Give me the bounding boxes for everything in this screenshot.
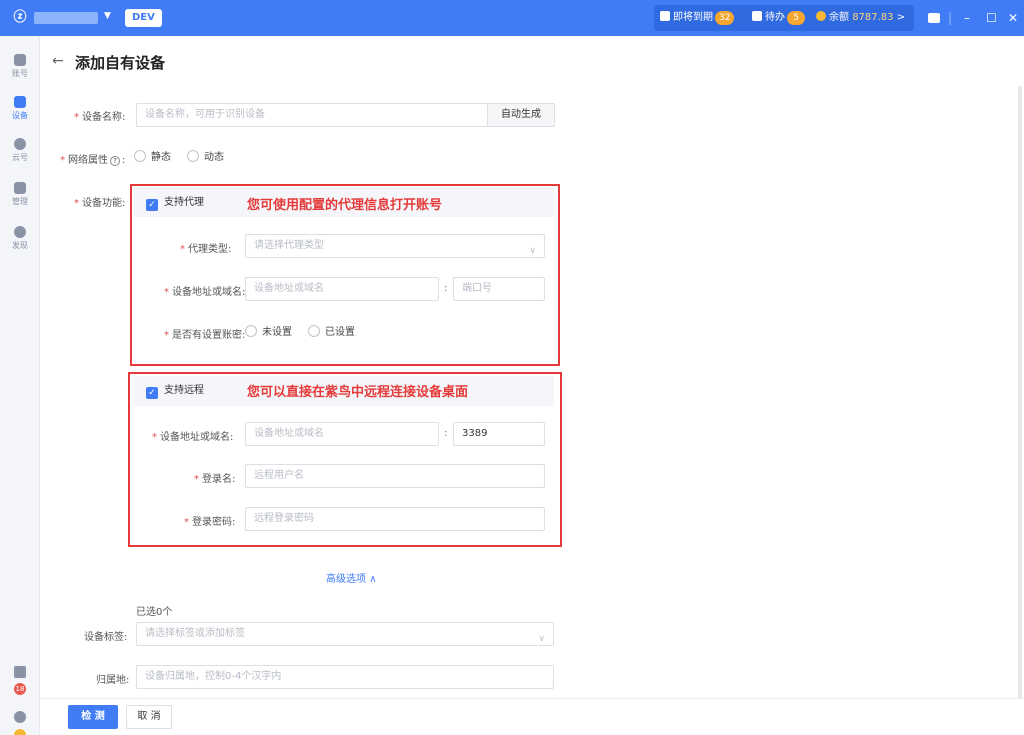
sidebar-item-cloud[interactable]: 云号 — [0, 134, 40, 170]
cloud-icon — [14, 138, 26, 150]
proxy-type-label: * 代理类型: — [180, 244, 232, 255]
app-logo-icon: ⓩ — [13, 10, 27, 25]
store-icon — [14, 54, 26, 66]
minimize-button[interactable]: – — [964, 9, 970, 27]
proxy-address-label: * 设备地址或域名: — [164, 287, 246, 298]
caret-down-icon[interactable]: ▼ — [104, 11, 111, 21]
tags-select[interactable]: 请选择标签或添加标签 ∨ — [136, 622, 554, 646]
tags-label: 设备标签: — [84, 632, 128, 643]
remote-password-input[interactable]: 远程登录密码 — [245, 507, 545, 531]
calendar-icon — [660, 11, 670, 21]
divider: | — [948, 11, 953, 25]
colon-separator: : — [444, 428, 448, 439]
coin-icon — [816, 11, 826, 21]
server-icon — [14, 96, 26, 108]
help-icon: ? — [110, 156, 120, 166]
sidebar-item-manage[interactable]: 管理 — [0, 178, 40, 214]
sidebar-item-accounts[interactable]: 账号 — [0, 50, 40, 86]
radio-dynamic[interactable]: 动态 — [187, 150, 224, 165]
form-footer: 检 测 取 消 — [40, 698, 1024, 735]
network-label: * 网络属性?: — [60, 155, 126, 166]
maximize-button[interactable]: ☐ — [986, 9, 997, 27]
auto-generate-button[interactable]: 自动生成 — [487, 103, 555, 127]
chevron-right-icon: > — [896, 12, 906, 23]
proxy-port-input[interactable]: 端口号 — [453, 277, 545, 301]
signpost-icon[interactable] — [14, 666, 26, 678]
chevron-down-icon: ∨ — [538, 634, 545, 644]
expiring-count-badge: 32 — [715, 11, 735, 25]
radio-static[interactable]: 静态 — [134, 150, 171, 165]
manage-icon — [14, 182, 26, 194]
main-content: ← 添加自有设备 * 设备名称: 设备名称，可用于识别设备 自动生成 * 网络属性?… — [40, 36, 1024, 735]
compass-icon — [14, 226, 26, 238]
remote-address-label: * 设备地址或域名: — [152, 432, 234, 443]
account-selector[interactable] — [34, 12, 98, 24]
radio-account-set[interactable]: 已设置 — [308, 325, 355, 340]
sidebar-item-devices[interactable]: 设备 — [0, 92, 40, 128]
chevron-down-icon: ∨ — [529, 246, 536, 256]
function-label: * 设备功能: — [74, 198, 126, 209]
close-button[interactable]: ✕ — [1008, 9, 1018, 27]
device-name-label: * 设备名称: — [74, 112, 126, 123]
balance-item[interactable]: 余额 8787.83 > — [816, 5, 905, 31]
scrollbar[interactable] — [1018, 86, 1022, 706]
check-button[interactable]: 检 测 — [68, 705, 118, 729]
remote-port-input[interactable]: 3389 — [453, 422, 545, 446]
back-arrow-icon[interactable]: ← — [52, 53, 64, 69]
radio-account-unset[interactable]: 未设置 — [245, 325, 292, 340]
title-bar: ⓩ ▼ DEV 即将到期 32 待办 5 余额 8787.83 > | – ☐ ✕ — [0, 0, 1024, 36]
todo-item[interactable]: 待办 5 — [752, 5, 805, 31]
notification-icon[interactable] — [928, 13, 940, 23]
page-title: 添加自有设备 — [75, 54, 166, 72]
proxy-account-label: * 是否有设置账密: — [164, 330, 246, 341]
user-avatar[interactable] — [14, 729, 26, 735]
remote-password-label: * 登录密码: — [184, 517, 236, 528]
settings-icon[interactable] — [14, 711, 26, 723]
advanced-options-toggle[interactable]: 高级选项 ∧ — [326, 570, 377, 585]
chevron-up-icon: ∧ — [369, 574, 377, 585]
remote-login-label: * 登录名: — [194, 474, 236, 485]
cancel-button[interactable]: 取 消 — [126, 705, 172, 729]
todo-icon — [752, 11, 762, 21]
proxy-address-input[interactable]: 设备地址或域名 — [245, 277, 439, 301]
location-input[interactable]: 设备归属地，控制0-4个汉字内 — [136, 665, 554, 689]
sidebar: 账号 设备 云号 管理 发现 18 — [0, 36, 40, 735]
env-badge[interactable]: DEV — [125, 9, 162, 27]
notification-badge[interactable]: 18 — [14, 683, 26, 695]
colon-separator: : — [444, 283, 448, 294]
remote-login-input[interactable]: 远程用户名 — [245, 464, 545, 488]
expiring-item[interactable]: 即将到期 32 — [660, 5, 735, 31]
status-bar: 即将到期 32 待办 5 余额 8787.83 > — [654, 5, 914, 31]
sidebar-item-discover[interactable]: 发现 — [0, 222, 40, 258]
todo-count-badge: 5 — [787, 11, 805, 25]
remote-address-input[interactable]: 设备地址或域名 — [245, 422, 439, 446]
balance-value: 8787.83 — [852, 12, 894, 23]
device-name-input[interactable]: 设备名称，可用于识别设备 — [136, 103, 488, 127]
proxy-type-select[interactable]: 请选择代理类型 ∨ — [245, 234, 545, 258]
selected-count: 已选0个 — [136, 607, 173, 618]
location-label: 归属地: — [96, 675, 130, 686]
